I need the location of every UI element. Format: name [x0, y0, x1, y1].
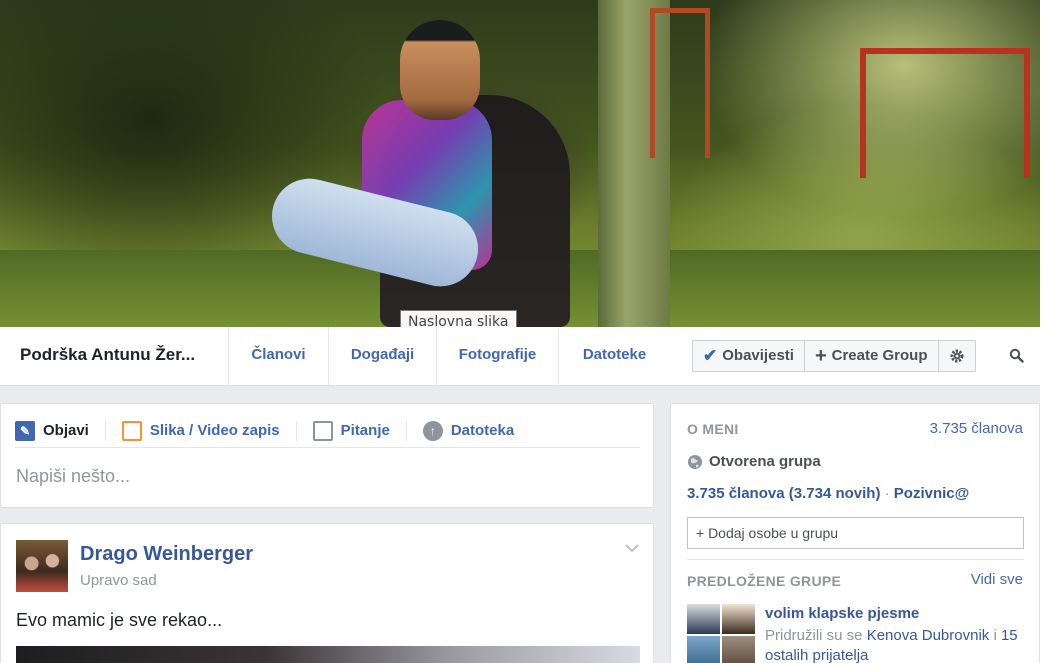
about-sidebar: O MENI 3.735 članova Otvorena grupa 3.73… [670, 403, 1040, 663]
joined-prefix: Pridružili su se [765, 627, 863, 644]
avatar[interactable] [16, 540, 68, 592]
privacy-label: Otvorena grupa [687, 453, 821, 470]
create-group-label: Create Group [831, 347, 928, 364]
composer-tab-file[interactable]: ↑ Datoteka [422, 420, 530, 441]
upload-icon: ↑ [422, 420, 443, 441]
cover-playground-slide [650, 8, 710, 158]
members-summary: 3.735 članova (3.734 novih) · Pozivnic@ [687, 485, 969, 502]
group-name[interactable]: Podrška Antunu Žer... [20, 345, 195, 365]
composer-tabs: ✎ Objavi Slika / Video zapis Pitanje ↑ D… [15, 414, 640, 448]
scrollbar-track[interactable] [1040, 0, 1046, 663]
chevron-down-icon[interactable] [621, 540, 643, 556]
composer-tab-question[interactable]: Pitanje [312, 420, 407, 441]
suggested-groups-title: PREDLOŽENE GRUPE [687, 573, 842, 589]
members-new[interactable]: (3.734 novih) [789, 485, 881, 502]
suggested-group-thumbnail[interactable] [687, 604, 755, 663]
post-composer: ✎ Objavi Slika / Video zapis Pitanje ↑ D… [0, 403, 654, 508]
cover-photo[interactable] [0, 0, 1040, 327]
post-image[interactable] [16, 646, 640, 663]
composer-tab-post[interactable]: ✎ Objavi [15, 420, 106, 441]
tab-members[interactable]: Članovi [228, 327, 328, 385]
composer-tab-label: Datoteka [450, 422, 515, 439]
notifications-label: Obavijesti [722, 347, 794, 364]
composer-tab-label: Slika / Video zapis [149, 422, 280, 439]
post-timestamp[interactable]: Upravo sad [80, 572, 157, 589]
create-group-button[interactable]: + Create Group [805, 341, 939, 371]
members-detail[interactable]: 3.735 članova [687, 485, 785, 502]
notifications-button[interactable]: ✔ Obavijesti [693, 341, 805, 371]
pencil-icon: ✎ [15, 420, 35, 441]
poll-icon [312, 420, 333, 441]
feed-post: Drago Weinberger Upravo sad Evo mamic je… [0, 523, 654, 663]
separator: · [884, 485, 890, 502]
group-actions: ✔ Obavijesti + Create Group [692, 340, 976, 372]
search-icon[interactable] [1009, 348, 1024, 363]
composer-tab-photo-video[interactable]: Slika / Video zapis [121, 420, 297, 441]
post-text: Evo mamic je sve rekao... [16, 610, 223, 630]
group-navbar: Podrška Antunu Žer... Članovi Događaji F… [0, 327, 1040, 386]
member-photo [722, 604, 755, 634]
tab-files[interactable]: Datoteke [558, 327, 670, 385]
tab-photos[interactable]: Fotografije [436, 327, 558, 385]
checkmark-icon: ✔ [703, 346, 718, 365]
friend-link[interactable]: Kenova Dubrovnik [867, 627, 990, 644]
suggested-group-description: Pridružili su se Kenova Dubrovnik i 15 o… [765, 626, 1025, 663]
composer-tab-label: Pitanje [340, 422, 390, 439]
add-people-input[interactable]: + Dodaj osobe u grupu [687, 517, 1024, 549]
cover-swing [860, 48, 1030, 178]
composer-tab-label: Objavi [43, 422, 89, 439]
see-all-link[interactable]: Vidi sve [971, 571, 1023, 588]
member-photo [687, 604, 720, 634]
invite-link[interactable]: Pozivnic@ [894, 485, 969, 502]
post-author[interactable]: Drago Weinberger [80, 543, 253, 566]
about-title: O MENI [687, 421, 739, 437]
members-count-link[interactable]: 3.735 članova [930, 420, 1023, 437]
photo-icon [121, 420, 142, 441]
cover-person-head [400, 20, 480, 120]
suggested-group-name[interactable]: volim klapske pjesme [765, 605, 919, 622]
globe-icon [688, 454, 702, 469]
settings-button[interactable] [939, 341, 975, 371]
member-photo [687, 636, 720, 663]
divider [687, 559, 1024, 560]
member-photo [722, 636, 755, 663]
tab-events[interactable]: Događaji [328, 327, 436, 385]
privacy-text: Otvorena grupa [709, 453, 821, 470]
composer-input[interactable]: Napiši nešto... [16, 466, 130, 487]
gear-icon [950, 349, 963, 363]
joined-mid: i [993, 627, 997, 644]
plus-icon: + [814, 345, 827, 367]
